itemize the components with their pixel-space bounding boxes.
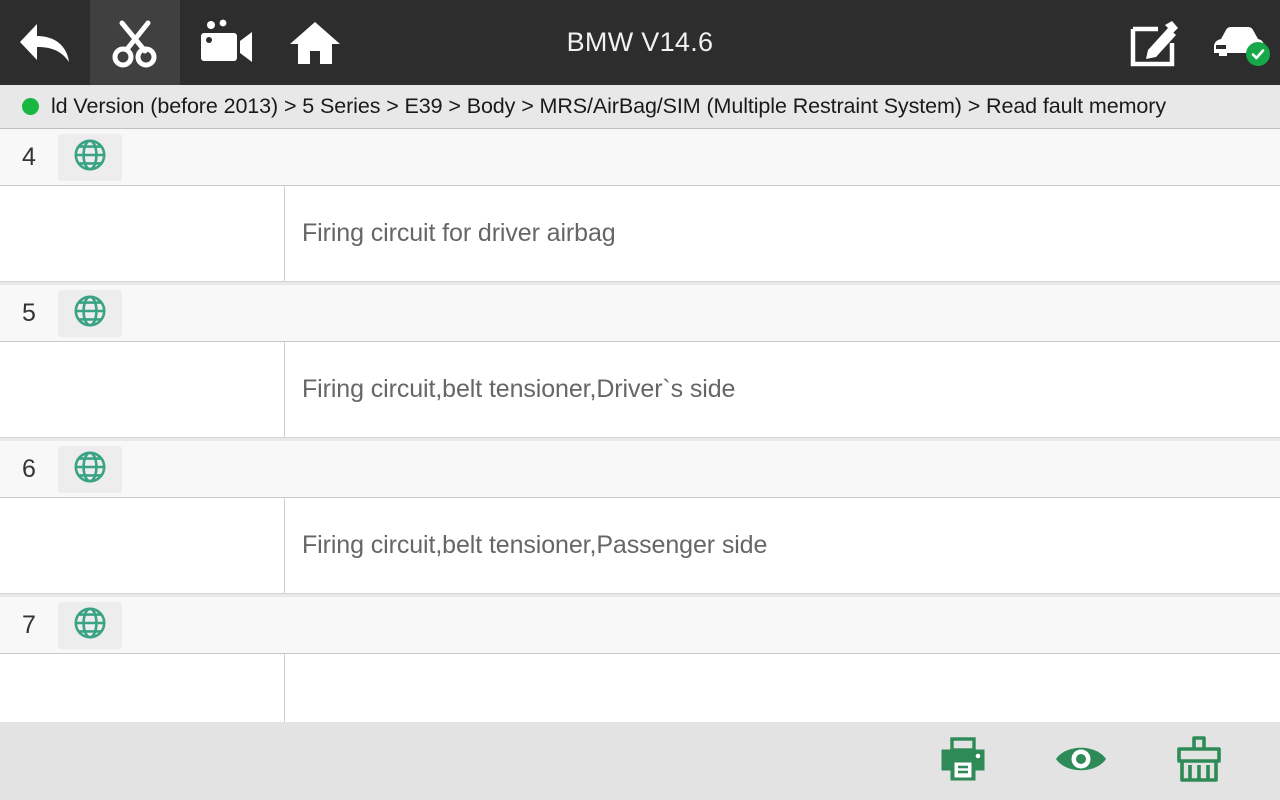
top-toolbar: BMW V14.6 bbox=[0, 0, 1280, 85]
fault-item-header[interactable]: 7 bbox=[0, 597, 1280, 654]
scissors-icon bbox=[109, 17, 161, 69]
fault-item-header[interactable]: 4 bbox=[0, 129, 1280, 186]
video-camera-icon bbox=[196, 19, 254, 67]
connection-status-dot bbox=[22, 98, 39, 115]
fault-description-cell: Firing circuit for driver airbag bbox=[285, 186, 1280, 281]
globe-icon bbox=[72, 293, 108, 334]
fault-item-body bbox=[0, 654, 1280, 722]
clear-button[interactable] bbox=[1140, 722, 1258, 800]
fault-item-header[interactable]: 6 bbox=[0, 441, 1280, 498]
fault-index: 4 bbox=[22, 142, 36, 171]
globe-icon-button[interactable] bbox=[58, 445, 122, 493]
fault-description: Firing circuit for driver airbag bbox=[302, 219, 616, 247]
edit-button[interactable] bbox=[1112, 0, 1196, 85]
fault-memory-list[interactable]: 4 Firing circuit for driver airbag 5 Fir… bbox=[0, 129, 1280, 722]
brush-icon bbox=[1174, 735, 1224, 788]
car-icon bbox=[1210, 23, 1270, 66]
eye-icon bbox=[1053, 739, 1109, 784]
fault-index: 7 bbox=[22, 610, 36, 639]
globe-icon-button[interactable] bbox=[58, 289, 122, 337]
fault-description: Firing circuit,belt tensioner,Driver`s s… bbox=[302, 375, 736, 403]
fault-description-cell: Firing circuit,belt tensioner,Driver`s s… bbox=[285, 342, 1280, 437]
back-button[interactable] bbox=[0, 0, 90, 85]
fault-item-group: 4 Firing circuit for driver airbag bbox=[0, 129, 1280, 285]
record-button[interactable] bbox=[180, 0, 270, 85]
fault-item-group: 7 bbox=[0, 597, 1280, 722]
fault-description-cell: Firing circuit,belt tensioner,Passenger … bbox=[285, 498, 1280, 593]
globe-icon bbox=[72, 137, 108, 178]
globe-icon bbox=[72, 449, 108, 490]
home-icon bbox=[289, 20, 341, 66]
fault-item-body: Firing circuit,belt tensioner,Passenger … bbox=[0, 498, 1280, 594]
globe-icon-button[interactable] bbox=[58, 133, 122, 181]
fault-item-body: Firing circuit,belt tensioner,Driver`s s… bbox=[0, 342, 1280, 438]
diagnostic-app-window: BMW V14.6 ld Version (before 2013) > 5 S… bbox=[0, 0, 1280, 800]
breadcrumb-path: ld Version (before 2013) > 5 Series > E3… bbox=[51, 94, 1166, 118]
back-arrow-icon bbox=[17, 20, 73, 66]
fault-item-body: Firing circuit for driver airbag bbox=[0, 186, 1280, 282]
scissors-button[interactable] bbox=[90, 0, 180, 85]
fault-index: 6 bbox=[22, 454, 36, 483]
top-toolbar-right-group bbox=[1112, 0, 1280, 85]
check-icon bbox=[1246, 41, 1270, 66]
home-button[interactable] bbox=[270, 0, 360, 85]
globe-icon bbox=[72, 605, 108, 646]
view-button[interactable] bbox=[1022, 722, 1140, 800]
fault-code-cell bbox=[0, 342, 285, 437]
printer-icon bbox=[939, 735, 987, 788]
fault-item-group: 6 Firing circuit,belt tensioner,Passenge… bbox=[0, 441, 1280, 597]
globe-icon-button[interactable] bbox=[58, 601, 122, 649]
fault-item-group: 5 Firing circuit,belt tensioner,Driver`s… bbox=[0, 285, 1280, 441]
fault-item-header[interactable]: 5 bbox=[0, 285, 1280, 342]
fault-code-cell bbox=[0, 186, 285, 281]
fault-code-cell bbox=[0, 498, 285, 593]
edit-square-pencil-icon bbox=[1128, 17, 1180, 69]
print-button[interactable] bbox=[904, 722, 1022, 800]
bottom-toolbar bbox=[0, 722, 1280, 800]
fault-index: 5 bbox=[22, 298, 36, 327]
fault-description: Firing circuit,belt tensioner,Passenger … bbox=[302, 531, 768, 559]
breadcrumb[interactable]: ld Version (before 2013) > 5 Series > E3… bbox=[0, 85, 1280, 129]
fault-description-cell bbox=[285, 654, 1280, 722]
vehicle-status-button[interactable] bbox=[1196, 0, 1280, 85]
fault-code-cell bbox=[0, 654, 285, 722]
